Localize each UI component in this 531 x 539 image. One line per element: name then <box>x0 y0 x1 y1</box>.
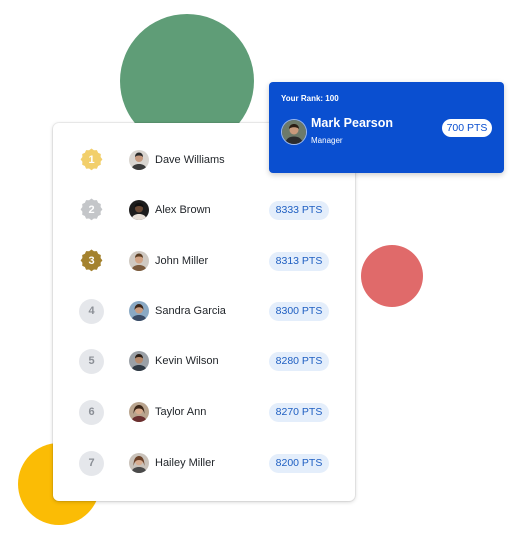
user-role: Manager <box>311 136 343 145</box>
player-name: Sandra Garcia <box>155 305 226 317</box>
rank-badge: 7 <box>79 450 104 476</box>
rank-badge: 6 <box>79 399 104 425</box>
bronze-medal-icon: 3 <box>79 249 104 274</box>
player-name: Taylor Ann <box>155 406 207 418</box>
decorative-red-circle <box>361 245 423 307</box>
rank-number: 1 <box>88 154 95 166</box>
player-name: John Miller <box>155 255 209 267</box>
points-badge: 8300 PTS <box>269 301 329 321</box>
leaderboard-row[interactable]: 7 Hailey Miller 8200 PTS <box>53 443 355 483</box>
avatar <box>129 351 149 371</box>
your-rank-card[interactable]: Your Rank: 100 Mark Pearson Manager 700 … <box>269 82 504 173</box>
points-badge: 8270 PTS <box>269 402 329 422</box>
leaderboard-row[interactable]: 2 Alex Brown 8333 PTS <box>53 190 355 230</box>
silver-medal-icon: 2 <box>79 198 104 223</box>
leaderboard-row[interactable]: 6 Taylor Ann 8270 PTS <box>53 392 355 432</box>
player-name: Hailey Miller <box>155 457 215 469</box>
user-name: Mark Pearson <box>311 116 393 130</box>
rank-badge: 5 <box>79 348 104 374</box>
user-avatar-icon <box>281 119 307 145</box>
gold-medal-icon: 1 <box>79 148 104 173</box>
leaderboard-row[interactable]: 4 Sandra Garcia 8300 PTS <box>53 291 355 331</box>
points-badge: 8333 PTS <box>269 200 329 220</box>
avatar <box>129 251 149 271</box>
rank-number: 3 <box>88 255 95 267</box>
player-name: Kevin Wilson <box>155 355 219 367</box>
player-name: Alex Brown <box>155 204 211 216</box>
avatar <box>129 402 149 422</box>
leaderboard-card: 1 Dave Williams 2 Alex Brown 8333 PTS 3 … <box>53 123 355 501</box>
user-points-badge: 700 PTS <box>442 119 492 137</box>
rank-number: 2 <box>88 204 95 216</box>
points-badge: 8200 PTS <box>269 453 329 473</box>
points-badge: 8280 PTS <box>269 351 329 371</box>
leaderboard-row[interactable]: 5 Kevin Wilson 8280 PTS <box>53 341 355 381</box>
rank-badge: 4 <box>79 298 104 324</box>
points-badge: 8313 PTS <box>269 251 329 271</box>
player-name: Dave Williams <box>155 154 225 166</box>
avatar <box>129 453 149 473</box>
leaderboard-row[interactable]: 3 John Miller 8313 PTS <box>53 241 355 281</box>
your-rank-label: Your Rank: 100 <box>281 94 339 103</box>
avatar <box>129 150 149 170</box>
avatar <box>129 200 149 220</box>
avatar <box>129 301 149 321</box>
